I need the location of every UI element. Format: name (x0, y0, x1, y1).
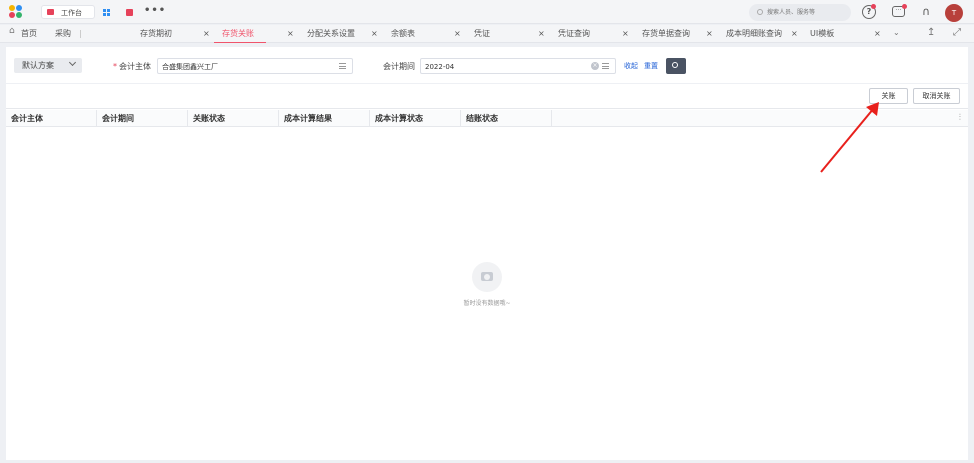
tab-allocation-settings[interactable]: 分配关系设置 (307, 25, 355, 43)
entity-label-wrap: * 会计主体 (113, 61, 151, 72)
column-header[interactable]: 会计主体 (6, 110, 97, 127)
column-header[interactable]: 成本计算结果 (279, 110, 370, 127)
tab-home[interactable]: 首页 (21, 25, 37, 43)
tab-label: 凭证 (474, 29, 490, 38)
tab-voucher[interactable]: 凭证 (474, 25, 490, 43)
entity-field[interactable] (157, 58, 353, 74)
fold-link[interactable]: 收起 (624, 61, 638, 71)
tab-close-icon[interactable]: × (706, 25, 713, 43)
scheme-select[interactable]: 默认方案 (14, 58, 82, 73)
tab-close-icon[interactable]: × (622, 25, 629, 43)
tab-cost-ledger-query[interactable]: 成本明细账查询 (726, 25, 782, 43)
table-header: 会计主体 会计期间 关账状态 成本计算结果 成本计算状态 结账状态 ⫶ (6, 110, 968, 127)
more-icon[interactable]: ••• (144, 5, 166, 16)
global-search[interactable] (749, 4, 851, 21)
column-header[interactable]: 会计期间 (97, 110, 188, 127)
tab-divider (80, 30, 81, 38)
main-content: 关账 取消关账 会计主体 会计期间 关账状态 成本计算结果 成本计算状态 结账状… (6, 84, 968, 460)
tab-label: 凭证查询 (558, 29, 590, 38)
action-toolbar: 关账 取消关账 (6, 84, 968, 109)
close-account-button[interactable]: 关账 (869, 88, 908, 104)
tab-inventory-close[interactable]: 存货关账 (214, 25, 266, 43)
tab-inventory-doc-query[interactable]: 存货单据查询 (642, 25, 690, 43)
tab-label: 成本明细账查询 (726, 29, 782, 38)
tab-label: UI模板 (810, 29, 835, 38)
app-shortcut-icon[interactable] (126, 9, 133, 16)
period-input[interactable] (425, 61, 575, 72)
tab-label: 余额表 (391, 29, 415, 38)
column-header[interactable]: 结账状态 (461, 110, 552, 127)
tab-voucher-query[interactable]: 凭证查询 (558, 25, 590, 43)
tab-purchase[interactable]: 采购 (55, 25, 71, 43)
tab-close-icon[interactable]: × (287, 25, 294, 43)
tab-close-icon[interactable]: × (538, 25, 545, 43)
chevron-down-icon (68, 58, 77, 67)
cancel-close-account-button[interactable]: 取消关账 (913, 88, 960, 104)
workspace-tab[interactable]: 工作台 (41, 5, 95, 19)
tab-label: 分配关系设置 (307, 29, 355, 38)
home-icon[interactable]: ⌂ (9, 26, 15, 36)
entity-label: 会计主体 (119, 62, 151, 71)
tab-close-icon[interactable]: × (454, 25, 461, 43)
list-icon[interactable] (339, 63, 346, 69)
tab-inventory-opening[interactable]: 存货期初 (140, 25, 172, 43)
reset-link[interactable]: 重置 (644, 61, 658, 71)
tab-overflow-chevron-icon[interactable]: ⌄ (893, 28, 900, 37)
column-header[interactable]: 关账状态 (188, 110, 279, 127)
tab-close-icon[interactable]: × (371, 25, 378, 43)
clear-icon[interactable]: × (591, 62, 599, 70)
tab-ui-template[interactable]: UI模板 (810, 25, 834, 43)
top-bar: 工作台 ••• ? ··· ∩ T (0, 0, 974, 24)
list-icon[interactable] (602, 63, 609, 69)
upload-icon[interactable]: ↥ (927, 27, 935, 38)
tab-label: 首页 (21, 29, 37, 38)
required-marker: * (113, 62, 117, 71)
scheme-label: 默认方案 (22, 61, 54, 70)
search-icon (757, 9, 763, 15)
workspace-label: 工作台 (61, 9, 82, 17)
tab-close-icon[interactable]: × (791, 25, 798, 43)
tab-label: 存货期初 (140, 29, 172, 38)
tab-label: 存货单据查询 (642, 29, 690, 38)
column-header[interactable]: 成本计算状态 (370, 110, 461, 127)
tab-balance-sheet[interactable]: 余额表 (391, 25, 415, 43)
tab-label: 存货关账 (222, 29, 254, 38)
search-button[interactable] (666, 58, 686, 74)
help-badge (871, 4, 876, 9)
fullscreen-icon[interactable]: ⤢ (953, 27, 961, 38)
search-icon (672, 62, 678, 68)
tab-close-icon[interactable]: × (874, 25, 881, 43)
empty-state-text: 暂时没有数据哦~ (463, 300, 511, 307)
column-settings-icon[interactable]: ⫶ (959, 113, 961, 123)
entity-input[interactable] (162, 61, 312, 72)
period-field[interactable]: × (420, 58, 616, 74)
global-search-input[interactable] (767, 6, 847, 19)
tab-close-icon[interactable]: × (203, 25, 210, 43)
tab-label: 采购 (55, 29, 71, 38)
filter-panel: 默认方案 *会计主体 会计期间 × 收起 重置 (6, 47, 968, 83)
headset-icon[interactable]: ∩ (919, 5, 933, 19)
message-badge (902, 4, 907, 9)
tab-bar: ⌂ 首页 采购 存货期初 × 存货关账 × 分配关系设置 × 余额表 × 凭证 … (0, 25, 974, 43)
avatar[interactable]: T (945, 4, 963, 22)
period-label: 会计期间 (383, 62, 415, 71)
workspace-icon (47, 9, 54, 15)
app-grid-icon[interactable] (103, 9, 110, 16)
empty-state-icon (472, 262, 502, 292)
app-logo-icon[interactable] (9, 5, 23, 19)
